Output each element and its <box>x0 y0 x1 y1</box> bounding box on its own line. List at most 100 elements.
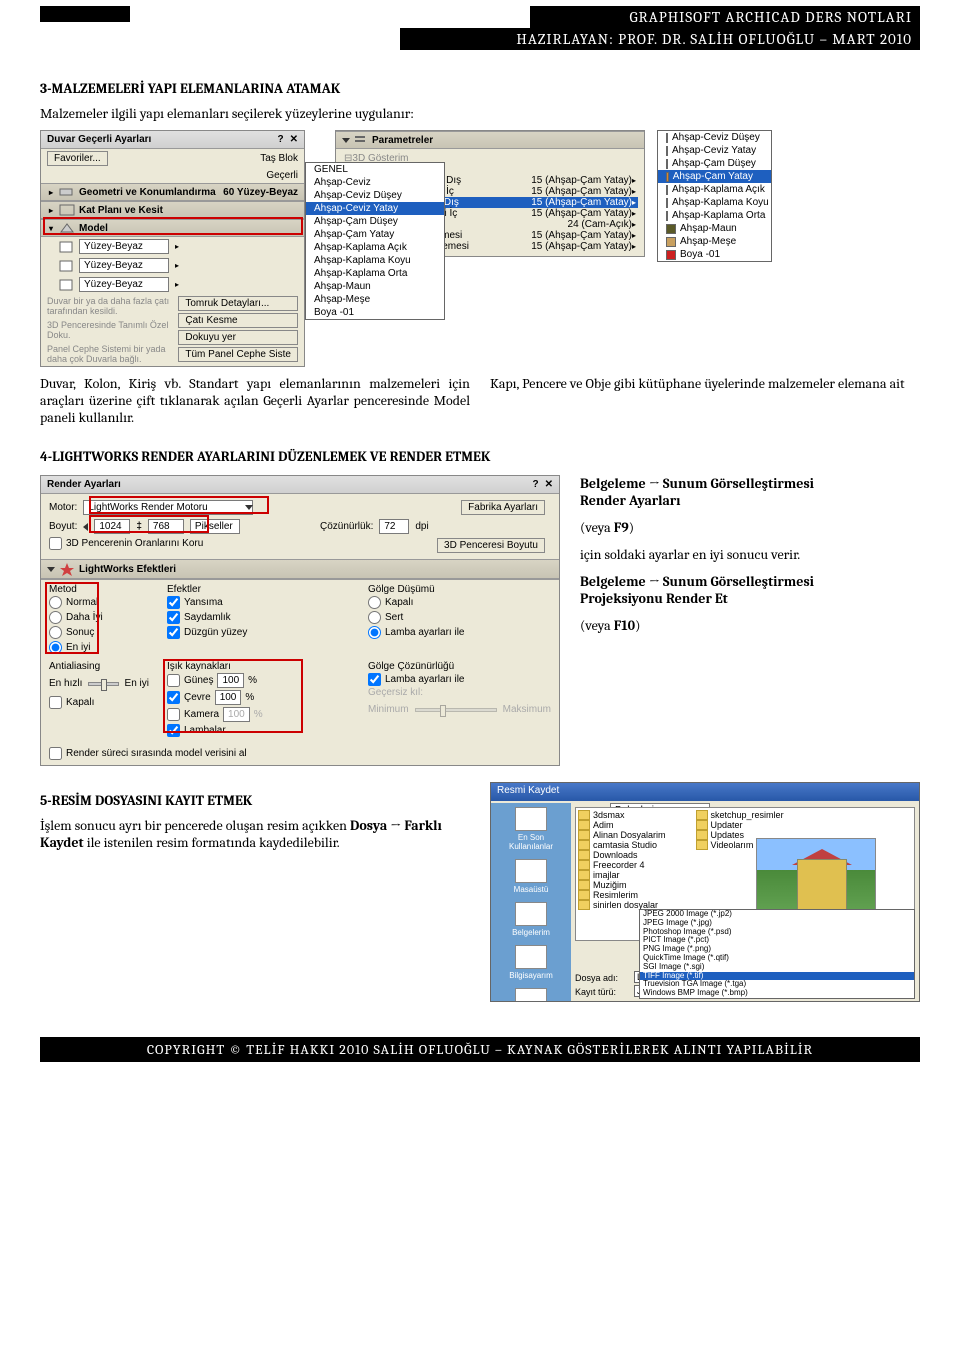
parametreler-header[interactable]: Parametreler <box>336 131 644 149</box>
chevron-down-icon <box>342 138 350 143</box>
page-footer: COPYRIGHT © TELİF HAKKI 2010 SALİH OFLUO… <box>40 1037 920 1062</box>
sidebar-item[interactable]: Bilgisayarım <box>491 941 571 984</box>
surface-mid-field[interactable]: Yüzey-Beyaz <box>79 258 169 273</box>
swatch-popup-menu[interactable]: Ahşap-Ceviz Düşey Ahşap-Ceviz Yatay Ahşa… <box>657 130 772 262</box>
isik-highlight <box>163 659 303 733</box>
note-3: Panel Cephe Sistemi bir yada daha çok Du… <box>47 344 172 364</box>
menu-item[interactable]: Ahşap-Meşe <box>658 235 771 248</box>
dpi-field[interactable]: 72 <box>379 519 409 534</box>
menu-item[interactable]: Ahşap-Kaplama Koyu <box>306 254 444 267</box>
render-veri-check[interactable] <box>49 747 62 760</box>
save-dialog: Resmi Kaydet Konum: Belgelerim En Son Ku… <box>490 782 920 1002</box>
golge-radio[interactable] <box>368 596 381 609</box>
factory-settings-button[interactable]: Fabrika Ayarları <box>461 500 545 515</box>
section-5-title: 5-RESİM DOSYASINI KAYIT ETMEK <box>40 792 476 809</box>
chevron-left-icon[interactable] <box>83 523 88 531</box>
chevron-right-icon[interactable]: ▸ <box>175 280 179 289</box>
help-icon[interactable]: ? <box>533 479 539 490</box>
panel-cephe-button[interactable]: Tüm Panel Cephe Siste <box>178 347 298 362</box>
chevron-down-icon <box>47 567 55 572</box>
menu-item[interactable]: Ahşap-Çam Düşey <box>658 157 771 170</box>
sidebar-item[interactable]: Masaüstü <box>491 855 571 898</box>
3d-window-size-button[interactable]: 3D Penceresi Boyutu <box>437 538 545 553</box>
surface-bot-field[interactable]: Yüzey-Beyaz <box>79 277 169 292</box>
menu-item[interactable]: Ahşap-Ceviz Düşey <box>306 189 444 202</box>
folder-icon <box>578 820 590 830</box>
close-icon[interactable]: ✕ <box>545 479 553 490</box>
menu-item[interactable]: Ahşap-Meşe <box>306 293 444 306</box>
save-sidebar: En Son Kullanılanlar Masaüstü Belgelerim… <box>491 803 571 1001</box>
effects-icon <box>59 562 75 576</box>
sec3-caption-left: Duvar, Kolon, Kiriş vb. Standart yapı el… <box>40 375 470 426</box>
golge-radio[interactable] <box>368 626 381 639</box>
chevron-right-icon[interactable]: ▸ <box>175 261 179 270</box>
efektler-label: Efektler <box>167 584 350 595</box>
menu-item[interactable]: Ahşap-Kaplama Açık <box>658 183 771 196</box>
kapali-check[interactable] <box>49 696 62 709</box>
menu-item[interactable]: Ahşap-Kaplama Açık <box>306 241 444 254</box>
size-highlight <box>89 515 209 533</box>
render-titlebar[interactable]: Render Ayarları ? ✕ <box>41 476 559 494</box>
golge-radio[interactable] <box>368 611 381 624</box>
menu-item[interactable]: Ahşap-Kaplama Koyu <box>658 196 771 209</box>
section-4-title: 4-LIGHTWORKS RENDER AYARLARINI DÜZENLEME… <box>40 448 920 465</box>
tomruk-button[interactable]: Tomruk Detayları... <box>178 296 298 311</box>
menu-item[interactable]: Ahşap-Çam Yatay <box>306 228 444 241</box>
resolution-label: Çözünürlük: <box>320 521 373 532</box>
folder-icon <box>696 840 708 850</box>
keep-ratio-checkbox[interactable] <box>49 537 62 550</box>
sidebar-item[interactable]: En Son Kullanılanlar <box>491 803 571 855</box>
menu-item[interactable]: Ahşap-Ceviz Yatay <box>658 144 771 157</box>
menu-item[interactable]: Ahşap-Ceviz <box>306 176 444 189</box>
folder-icon <box>578 840 590 850</box>
geom-section[interactable]: ▸ Geometri ve Konumlandırma 60 Yüzey-Bey… <box>41 183 304 201</box>
cati-button[interactable]: Çatı Kesme <box>178 313 298 328</box>
golgecoz-check[interactable] <box>368 673 381 686</box>
material-popup-menu[interactable]: GENEL Ahşap-Ceviz Ahşap-Ceviz Düşey Ahşa… <box>305 162 445 320</box>
note-1: Duvar bir ya da daha fazla çatı tarafınd… <box>47 296 172 316</box>
section-3-intro: Malzemeler ilgili yapı elemanları seçile… <box>40 105 920 122</box>
section-5-text: 5-RESİM DOSYASINI KAYIT ETMEK İşlem sonu… <box>40 782 476 1002</box>
header-accent <box>40 6 130 22</box>
aa-slider[interactable] <box>88 682 118 686</box>
folder-icon <box>578 850 590 860</box>
menu-item[interactable]: Ahşap-Kaplama Orta <box>306 267 444 280</box>
format-option[interactable]: Windows BMP Image (*.bmp) <box>640 989 914 998</box>
menu-item[interactable]: Ahşap-Çam Yatay <box>658 170 771 183</box>
menu-item[interactable]: Ahşap-Maun <box>306 280 444 293</box>
chevron-right-icon[interactable]: ▸ <box>175 242 179 251</box>
gecerli-label: Geçerli <box>266 170 298 181</box>
menu-item[interactable]: Ahşap-Ceviz Yatay <box>306 202 444 215</box>
duzgun-check[interactable] <box>167 626 180 639</box>
folder-icon <box>578 900 590 910</box>
folder-icon <box>696 810 708 820</box>
save-titlebar[interactable]: Resmi Kaydet <box>491 783 919 801</box>
menu-item[interactable]: Ahşap-Maun <box>658 222 771 235</box>
sidebar-item[interactable]: Ağ Bağlantıları <box>491 984 571 1002</box>
format-dropdown[interactable]: JPEG 2000 Image (*.jp2) JPEG Image (*.jp… <box>639 909 915 999</box>
surface-top-field[interactable]: Yüzey-Beyaz <box>79 239 169 254</box>
menu-item[interactable]: Boya -01 <box>658 248 771 261</box>
folder-icon <box>578 890 590 900</box>
motor-label: Motor: <box>49 502 77 513</box>
yansima-check[interactable] <box>167 596 180 609</box>
saydamlik-check[interactable] <box>167 611 180 624</box>
menu-item[interactable]: Ahşap-Kaplama Orta <box>658 209 771 222</box>
geometry-icon <box>59 186 75 198</box>
close-icon[interactable]: ✕ <box>290 134 298 145</box>
folder-icon <box>696 820 708 830</box>
favorites-button[interactable]: Favoriler... <box>47 151 108 166</box>
menu-item[interactable]: Ahşap-Çam Düşey <box>306 215 444 228</box>
sidebar-item[interactable]: Belgelerim <box>491 898 571 941</box>
folder-icon <box>578 880 590 890</box>
wall-settings-panel: Duvar Geçerli Ayarları ? ✕ Favoriler... … <box>40 130 305 367</box>
folder-icon <box>578 830 590 840</box>
menu-item[interactable]: Boya -01 <box>306 306 444 319</box>
help-icon[interactable]: ? <box>278 134 284 145</box>
menu-item[interactable]: Ahşap-Ceviz Düşey <box>658 131 771 144</box>
panel-title: Duvar Geçerli Ayarları <box>47 134 151 145</box>
doku-button[interactable]: Dokuyu yer <box>178 330 298 345</box>
panel-titlebar[interactable]: Duvar Geçerli Ayarları ? ✕ <box>41 131 304 149</box>
menu-item[interactable]: GENEL <box>306 163 444 176</box>
lightworks-effects-header[interactable]: LightWorks Efektleri <box>41 559 559 579</box>
